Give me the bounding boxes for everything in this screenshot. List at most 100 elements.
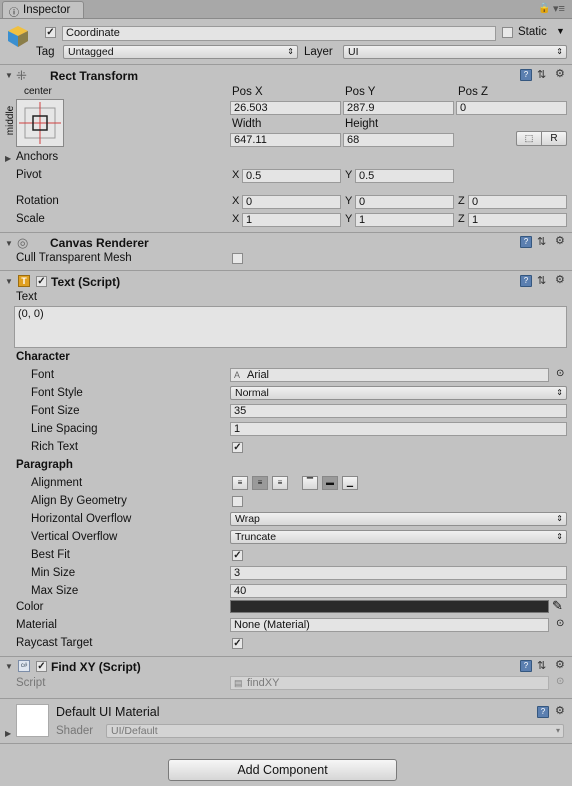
- pivot-y-field[interactable]: 0.5: [355, 169, 454, 183]
- font-size-field[interactable]: 35: [230, 404, 567, 418]
- text-area[interactable]: (0, 0): [14, 306, 567, 348]
- rot-x-field[interactable]: 0: [242, 195, 341, 209]
- pos-z-field[interactable]: 0: [456, 101, 567, 115]
- menu-icon[interactable]: ▾≡: [553, 2, 565, 15]
- color-swatch[interactable]: [230, 600, 549, 613]
- font-field[interactable]: A Arial: [230, 368, 549, 382]
- v-overflow-label: Vertical Overflow: [31, 531, 118, 543]
- rich-text-label: Rich Text: [31, 441, 79, 453]
- scale-z-field[interactable]: 1: [468, 213, 567, 227]
- rot-z-axis: Z: [458, 195, 465, 207]
- pos-y-field[interactable]: 287.9: [343, 101, 454, 115]
- alignment-label: Alignment: [31, 477, 83, 489]
- inspector-icon: ⓘ: [9, 8, 19, 19]
- best-fit-checkbox[interactable]: ✓: [232, 550, 243, 561]
- blueprint-mode-button[interactable]: ⬚: [516, 131, 542, 146]
- layer-dropdown[interactable]: UI ⇕: [343, 45, 567, 59]
- material-picker-icon[interactable]: ⊙: [556, 618, 564, 629]
- max-size-field[interactable]: 40: [230, 584, 567, 598]
- align-geometry-checkbox[interactable]: [232, 496, 243, 507]
- script-label: Script: [16, 677, 46, 689]
- align-left-button[interactable]: ≡: [232, 476, 248, 490]
- max-size-label: Max Size: [31, 585, 79, 597]
- cull-label: Cull Transparent Mesh: [16, 252, 132, 264]
- preset-icon[interactable]: ⇅: [537, 659, 546, 672]
- raw-edit-button[interactable]: R: [541, 131, 567, 146]
- font-size-label: Font Size: [31, 405, 80, 417]
- material-field[interactable]: None (Material): [230, 618, 549, 632]
- collapse-arrow-icon[interactable]: ▼: [5, 277, 13, 286]
- align-right-button[interactable]: ≡: [272, 476, 288, 490]
- line-spacing-label: Line Spacing: [31, 423, 98, 435]
- help-book-icon[interactable]: ?: [520, 275, 532, 287]
- align-bottom-button[interactable]: ▁: [342, 476, 358, 490]
- help-book-icon[interactable]: ?: [520, 236, 532, 248]
- settings-gear-icon[interactable]: ⚙: [555, 67, 565, 80]
- settings-gear-icon[interactable]: ⚙: [555, 658, 565, 671]
- findxy-title: Find XY (Script): [51, 660, 141, 674]
- height-field[interactable]: 68: [343, 133, 454, 147]
- h-overflow-dropdown[interactable]: Wrap ⇕: [230, 512, 567, 526]
- tag-dropdown[interactable]: Untagged ⇕: [63, 45, 298, 59]
- tab-inspector[interactable]: ⓘ Inspector: [2, 1, 84, 19]
- text-enabled-checkbox[interactable]: ✓: [36, 276, 47, 287]
- anchors-expand-arrow-icon[interactable]: ▶: [5, 154, 11, 163]
- font-style-dropdown[interactable]: Normal ⇕: [230, 386, 567, 400]
- static-checkbox[interactable]: [502, 27, 513, 38]
- help-book-icon[interactable]: ?: [520, 660, 532, 672]
- static-dropdown-arrow[interactable]: ▼: [556, 26, 565, 36]
- preset-icon[interactable]: ⇅: [537, 274, 546, 287]
- text-label: Text: [16, 291, 38, 303]
- eyedropper-icon[interactable]: ✎: [552, 598, 563, 614]
- anchor-v-label: middle: [5, 105, 17, 136]
- align-center-button[interactable]: ≡: [252, 476, 268, 490]
- collapse-arrow-icon[interactable]: ▼: [5, 662, 13, 671]
- lock-icon[interactable]: 🔒: [538, 3, 550, 14]
- shader-dropdown: UI/Default ▾: [106, 724, 564, 738]
- add-component-button[interactable]: Add Component: [168, 759, 397, 781]
- object-name-field[interactable]: Coordinate: [62, 26, 496, 41]
- help-book-icon[interactable]: ?: [520, 69, 532, 81]
- anchor-preset-button[interactable]: [16, 99, 64, 147]
- font-picker-icon[interactable]: ⊙: [556, 368, 564, 379]
- settings-gear-icon[interactable]: ⚙: [555, 704, 565, 717]
- rect-transform-icon: ⁜: [16, 68, 27, 83]
- align-geometry-label: Align By Geometry: [31, 495, 127, 507]
- anchors-label[interactable]: Anchors: [16, 151, 58, 163]
- rich-text-checkbox[interactable]: ✓: [232, 442, 243, 453]
- scale-x-field[interactable]: 1: [242, 213, 341, 227]
- collapse-arrow-icon[interactable]: ▼: [5, 71, 13, 80]
- settings-gear-icon[interactable]: ⚙: [555, 234, 565, 247]
- collapse-arrow-icon[interactable]: ▼: [5, 239, 13, 248]
- rot-z-field[interactable]: 0: [468, 195, 567, 209]
- width-label: Width: [232, 118, 262, 130]
- active-checkbox[interactable]: ✓: [45, 27, 56, 38]
- help-book-icon[interactable]: ?: [537, 706, 549, 718]
- rot-x-axis: X: [232, 195, 240, 207]
- rot-y-field[interactable]: 0: [355, 195, 454, 209]
- preset-icon[interactable]: ⇅: [537, 68, 546, 81]
- line-spacing-field[interactable]: 1: [230, 422, 567, 436]
- pivot-label: Pivot: [16, 169, 42, 181]
- text-component-icon: T: [18, 275, 30, 287]
- width-field[interactable]: 647.11: [230, 133, 341, 147]
- pos-z-label: Pos Z: [458, 86, 489, 98]
- v-overflow-dropdown[interactable]: Truncate ⇕: [230, 530, 567, 544]
- settings-gear-icon[interactable]: ⚙: [555, 273, 565, 286]
- raycast-checkbox[interactable]: ✓: [232, 638, 243, 649]
- align-top-button[interactable]: ▔: [302, 476, 318, 490]
- scale-y-field[interactable]: 1: [355, 213, 454, 227]
- pivot-x-field[interactable]: 0.5: [242, 169, 341, 183]
- pos-y-label: Pos Y: [345, 86, 376, 98]
- font-label: Font: [31, 369, 55, 381]
- findxy-enabled-checkbox[interactable]: ✓: [36, 661, 47, 672]
- shader-label: Shader: [56, 725, 94, 737]
- align-middle-button[interactable]: ▬: [322, 476, 338, 490]
- material-expand-arrow-icon[interactable]: ▶: [5, 729, 11, 738]
- min-size-field[interactable]: 3: [230, 566, 567, 580]
- anchor-h-label: center: [24, 86, 52, 97]
- preset-icon[interactable]: ⇅: [537, 235, 546, 248]
- min-size-label: Min Size: [31, 567, 76, 579]
- cull-checkbox[interactable]: [232, 253, 243, 264]
- pos-x-field[interactable]: 26.503: [230, 101, 341, 115]
